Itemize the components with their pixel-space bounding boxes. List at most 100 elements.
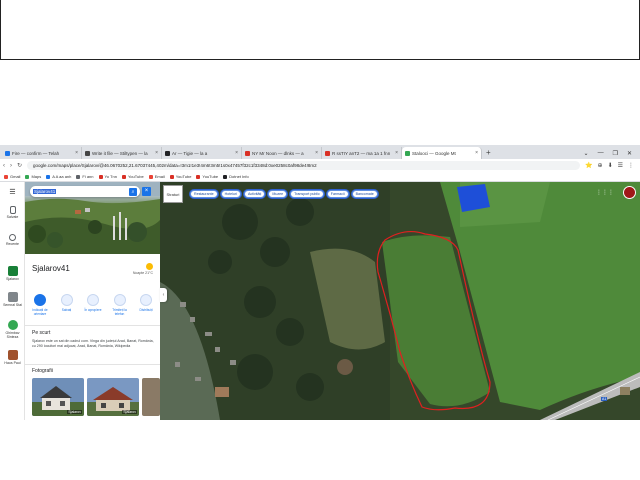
toolbar-icons: ⭐ ⊕ ⬇ ☰ ⋮ (585, 162, 640, 169)
menu-icon[interactable]: ☰ (0, 188, 25, 196)
action-label: Indicații de orientare (32, 308, 48, 316)
directions-button[interactable]: Indicații de orientare (28, 294, 52, 316)
bookmark-item[interactable]: Maps (25, 174, 41, 179)
place-thumbnail-icon (7, 320, 18, 330)
bookmark-favicon-icon (25, 174, 30, 179)
chip-museums[interactable]: Muzee (268, 190, 288, 198)
bookmark-label: Fi ann (82, 174, 94, 179)
category-chips: Restaurante Hoteluri Activități Muzee Tr… (190, 190, 378, 198)
chip-pharmacies[interactable]: Farmacii (326, 190, 349, 198)
satellite-map[interactable]: Straturi Restaurante Hoteluri Activități… (160, 182, 640, 420)
avatar[interactable] (623, 186, 636, 199)
forward-icon[interactable]: › (10, 163, 12, 169)
close-tab-icon[interactable]: × (155, 150, 158, 156)
bookmark-item[interactable]: Email (148, 174, 165, 179)
browser-tab[interactable]: NY Mr Noon — dlnks — a × (242, 147, 322, 159)
bookmarks-bar: Gmail Maps A A aa anh Fi ann Yo Tnn YouT… (0, 172, 640, 182)
chip-activities[interactable]: Activități (243, 190, 266, 198)
back-icon[interactable]: ‹ (3, 163, 5, 169)
share-button[interactable]: Distribuiți (134, 294, 158, 316)
chip-transit[interactable]: Transport public (290, 190, 324, 198)
address-bar[interactable]: google.com/maps/place/Sjalarov/@46.06702… (27, 161, 581, 170)
weather-widget: Noapte 21°C (123, 263, 153, 275)
browser-toolbar: ‹ › ↻ google.com/maps/place/Sjalarov/@46… (0, 159, 640, 172)
bookmark-star-icon[interactable]: ⭐ (585, 162, 592, 169)
close-icon[interactable]: × (142, 187, 151, 196)
send-to-phone-button[interactable]: Trimiteți la telefon (108, 294, 132, 316)
collapse-panel-button[interactable]: ‹ (160, 288, 167, 302)
browser-tab[interactable]: Write it file — Stiltypen — la × (82, 147, 162, 159)
bookmark-item[interactable]: YouTube (196, 174, 218, 179)
side-panel-icon[interactable]: ☰ (618, 162, 623, 169)
rail-item-place[interactable]: Sjalarov (0, 266, 25, 281)
place-actions: Indicații de orientare Salvați În apropi… (28, 294, 158, 316)
nearby-button[interactable]: În apropiere (81, 294, 105, 316)
close-tab-icon[interactable]: × (475, 150, 478, 156)
action-label: În apropiere (84, 308, 102, 312)
bookmark-label: YouTube (175, 174, 192, 179)
close-tab-icon[interactable]: × (235, 150, 238, 156)
new-tab-button[interactable]: + (482, 147, 495, 159)
overview-heading: Pe scurt (32, 330, 51, 336)
browser-window: Fire — confirm — Telah × Write it file —… (0, 145, 640, 420)
rail-item-recent-place[interactable]: Haus Paul (0, 350, 25, 365)
browser-tab[interactable]: Ar — Tigie — la a × (162, 147, 242, 159)
extension-icon[interactable]: ⊕ (598, 162, 603, 169)
place-hero-photo[interactable]: Sjalarov41 ⌕ × (25, 182, 160, 254)
chip-atms[interactable]: Bancomate (351, 190, 378, 198)
bookmark-label: YouTube (202, 174, 219, 179)
minimize-icon[interactable]: — (598, 150, 604, 156)
bookmark-label: Maps (31, 174, 42, 179)
search-icon[interactable]: ⌕ (129, 187, 137, 196)
bookmark-label: A A aa anh (52, 174, 72, 179)
close-window-icon[interactable]: ✕ (627, 150, 632, 157)
close-tab-icon[interactable]: × (75, 150, 78, 156)
photo-label: Sjalarov (67, 410, 82, 414)
bookmark-favicon-icon (4, 174, 8, 179)
browser-tab-active[interactable]: Stalooci — Google Mt × (402, 147, 482, 159)
browser-tab[interactable]: R ssTIY anT2 — ma 1a 1 fnn × (322, 147, 402, 159)
chip-restaurants[interactable]: Restaurante (190, 190, 218, 198)
close-tab-icon[interactable]: × (315, 150, 318, 156)
maps-favicon-icon (405, 150, 410, 156)
rail-item-recent[interactable]: Recente (0, 234, 25, 246)
bookmark-label: Gmail (10, 174, 21, 179)
bookmark-favicon-icon (76, 174, 81, 179)
browser-tab[interactable]: Fire — confirm — Telah × (2, 147, 82, 159)
download-icon[interactable]: ⬇ (608, 162, 613, 169)
bookmark-favicon-icon (169, 174, 174, 179)
url-text: google.com/maps/place/Sjalarov/@46.06702… (33, 163, 317, 168)
bookmark-item[interactable]: Yo Tnn (98, 174, 117, 179)
reload-icon[interactable]: ↻ (17, 162, 22, 169)
bookmark-item[interactable]: YouTube (121, 174, 144, 179)
bookmark-item[interactable]: Fi ann (76, 174, 94, 179)
photo-label: Sjalarov (122, 410, 137, 414)
google-apps-icon[interactable]: ⋮⋮⋮ (596, 189, 614, 196)
tab-search-icon[interactable]: ⌄ (584, 150, 589, 157)
close-tab-icon[interactable]: × (395, 150, 398, 156)
place-photo[interactable]: Sjalarov (32, 378, 84, 416)
directions-icon (34, 294, 46, 306)
layers-button[interactable]: Straturi (163, 185, 183, 203)
rail-item-recent-place[interactable]: Semnal Stai (0, 292, 25, 307)
rail-item-recent-place[interactable]: Ghimbav Sinteza (0, 320, 25, 339)
place-photo[interactable] (142, 378, 160, 416)
maximize-icon[interactable]: ❐ (613, 150, 618, 157)
favicon-icon (85, 150, 90, 156)
save-button[interactable]: Salvați (55, 294, 79, 316)
blank-top-area (0, 0, 640, 60)
rail-label: Recente (5, 242, 20, 246)
place-photo[interactable]: Sjalarov (87, 378, 139, 416)
bookmark-item[interactable]: Gmail (4, 174, 20, 179)
tab-title: NY Mr Noon — dlnks — a (252, 150, 304, 156)
bookmark-item[interactable]: Dotnet Info (223, 174, 249, 179)
tab-title: R ssTIY anT2 — ma 1a 1 fnn (332, 150, 391, 156)
browser-menu-icon[interactable]: ⋮ (628, 162, 634, 169)
bookmark-item[interactable]: A A aa anh (46, 174, 71, 179)
rail-label: Ghimbav Sinteza (5, 331, 20, 339)
search-input[interactable]: Sjalarov41 ⌕ (30, 186, 140, 197)
bookmark-favicon-icon (46, 174, 51, 179)
bookmark-item[interactable]: YouTube (169, 174, 192, 179)
chip-hotels[interactable]: Hoteluri (220, 190, 241, 198)
rail-item-saved[interactable]: Salvate (0, 206, 25, 219)
